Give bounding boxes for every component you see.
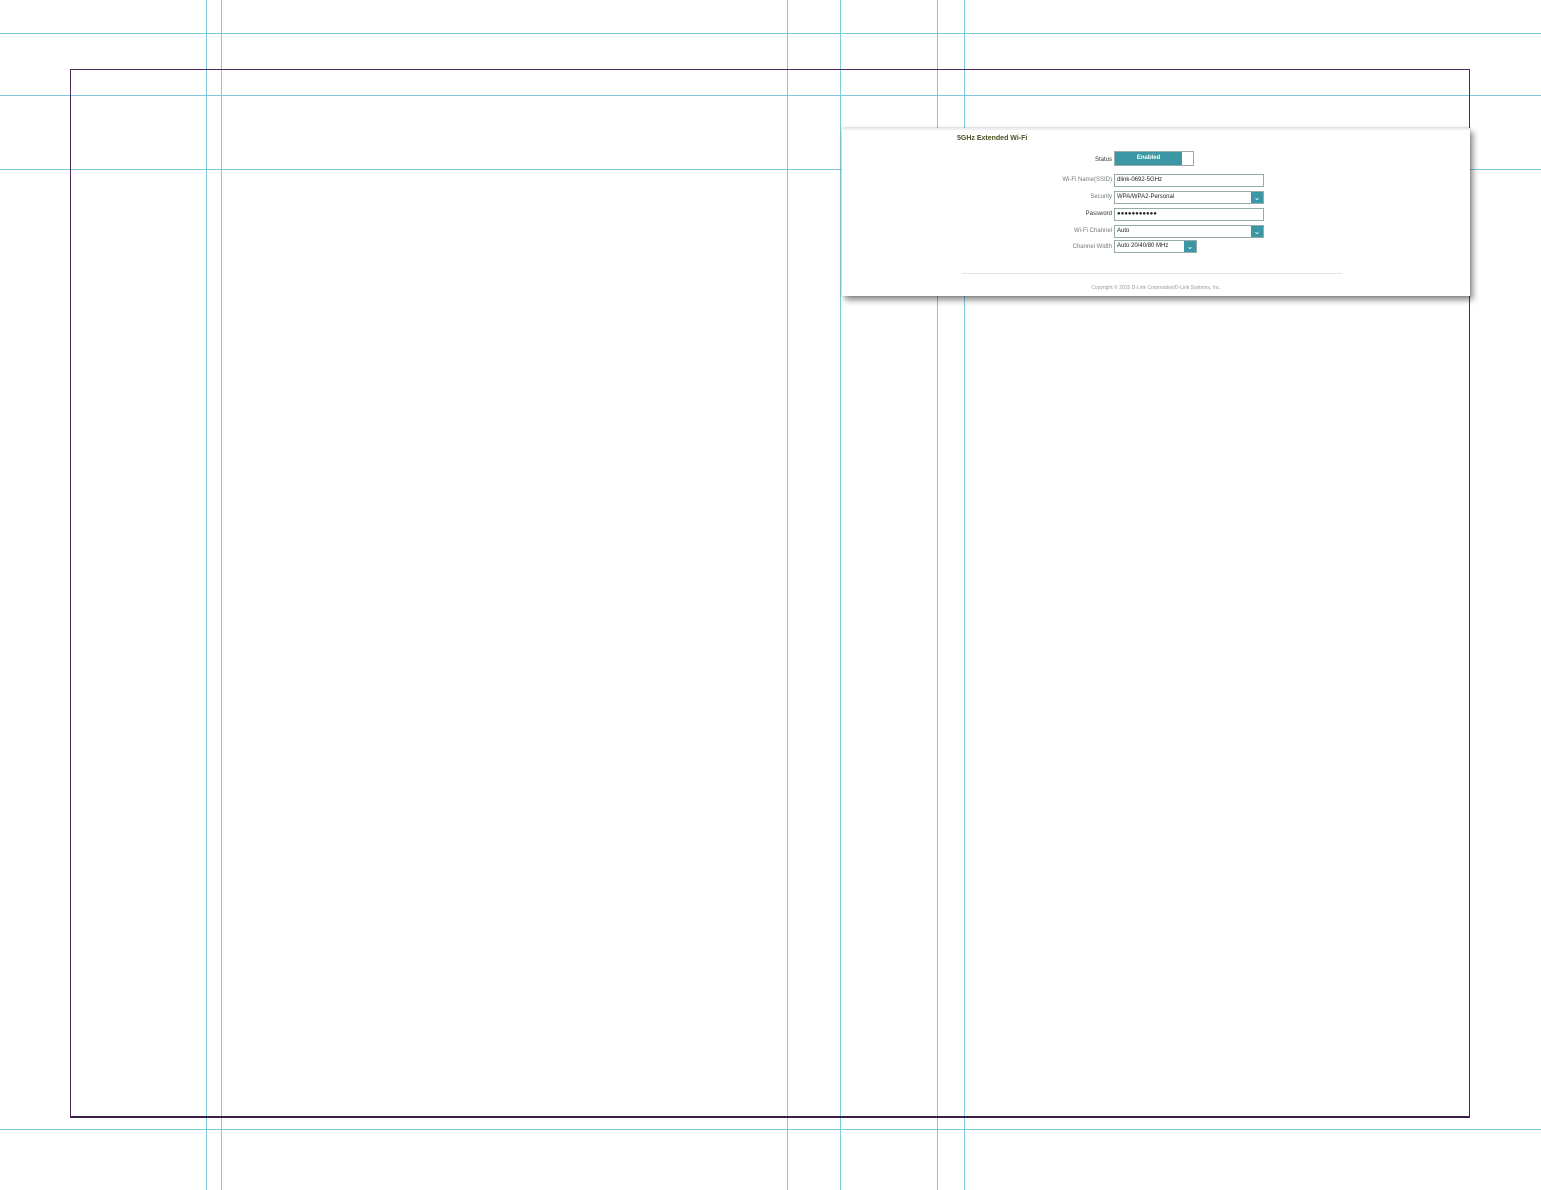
password-input[interactable]: ●●●●●●●●●●● [1114,208,1264,221]
settings-panel: 5GHz Extended Wi-Fi Status Enabled Wi-Fi… [842,128,1470,296]
ssid-input[interactable]: dlink-0692-5GHz [1114,174,1264,187]
width-select[interactable]: Auto 20/40/80 MHz ⌄ [1114,240,1197,253]
status-toggle[interactable]: Enabled [1114,151,1194,166]
footer-divider [962,273,1342,274]
guide-line [0,1129,1541,1130]
security-select-value: WPA/WPA2-Personal [1117,194,1175,200]
channel-select[interactable]: Auto ⌄ [1114,225,1264,238]
channel-label: Wi-Fi Channel [1073,228,1112,234]
password-label: Password [1085,211,1112,217]
chevron-down-icon[interactable]: ⌄ [1184,241,1196,252]
chevron-down-icon[interactable]: ⌄ [1251,226,1263,237]
security-select[interactable]: WPA/WPA2-Personal ⌄ [1114,191,1264,204]
width-select-value: Auto 20/40/80 MHz [1117,243,1169,249]
section-title: 5GHz Extended Wi-Fi [957,135,1028,142]
copyright-text: Copyright © 2015 D-Link Corporation/D-Li… [1091,285,1221,291]
chevron-down-icon[interactable]: ⌄ [1251,192,1263,203]
width-label: Channel Width [1072,244,1112,250]
status-toggle-value: Enabled [1115,152,1182,165]
channel-select-value: Auto [1117,228,1130,234]
status-label: Status [1094,157,1112,163]
panel-top-bar [842,128,1470,130]
ssid-label: Wi-Fi Name(SSID) [1062,177,1112,183]
security-label: Security [1090,194,1112,200]
guide-line [0,33,1541,34]
